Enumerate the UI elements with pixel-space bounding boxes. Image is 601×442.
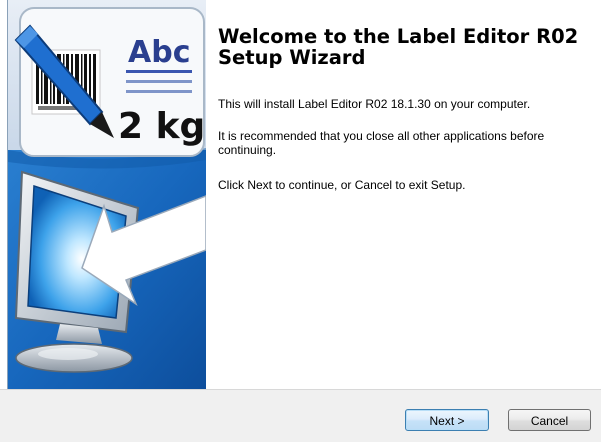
install-info-text: This will install Label Editor R02 18.1.… [218, 97, 531, 111]
wizard-footer: Next > Cancel [0, 389, 601, 442]
next-button[interactable]: Next > [405, 409, 489, 431]
wizard-content: Welcome to the Label Editor R02 Setup Wi… [218, 0, 596, 389]
wizard-sidebar-image: Abc 2 kg [7, 0, 206, 389]
cancel-button[interactable]: Cancel [508, 409, 591, 431]
label-weight-text: 2 kg [118, 106, 205, 147]
close-apps-text: It is recommended that you close all oth… [218, 129, 545, 157]
label-abc-text: Abc [128, 35, 190, 70]
instructions-text: Click Next to continue, or Cancel to exi… [218, 178, 466, 192]
label-card-graphic: Abc 2 kg [19, 7, 205, 157]
setup-wizard-window: Abc 2 kg Welcome to the Label Editor R02… [0, 0, 601, 442]
wizard-title: Welcome to the Label Editor R02 Setup Wi… [218, 25, 579, 69]
